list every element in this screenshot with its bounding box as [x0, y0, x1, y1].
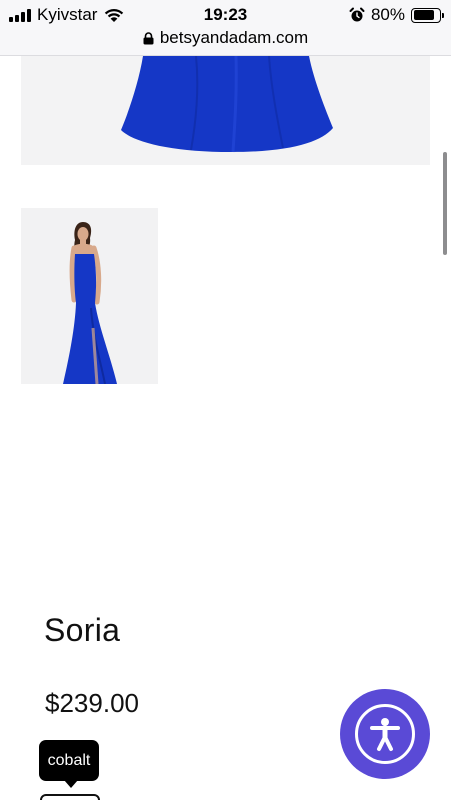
- accessibility-person-icon: [370, 718, 400, 751]
- tooltip-arrow: [64, 780, 78, 788]
- status-right: 80%: [349, 5, 444, 25]
- browser-status-bar: Kyivstar 19:23 80% betsyandadam.com: [0, 0, 451, 56]
- accessibility-button[interactable]: [340, 689, 430, 779]
- lock-icon: [143, 31, 154, 44]
- product-price: $239.00: [45, 688, 139, 718]
- battery-icon: [411, 7, 444, 23]
- alarm-clock-icon: [349, 7, 365, 22]
- battery-percentage: 80%: [370, 5, 405, 24]
- page-url: betsyandadam.com: [159, 28, 309, 47]
- address-bar[interactable]: betsyandadam.com: [0, 28, 451, 48]
- color-tooltip: cobalt: [39, 740, 99, 781]
- color-swatch-cobalt[interactable]: [40, 794, 100, 800]
- product-title: Soria: [44, 612, 121, 648]
- product-thumbnail[interactable]: [21, 208, 158, 384]
- page-scrollbar[interactable]: [443, 152, 447, 255]
- product-main-image[interactable]: [21, 56, 430, 165]
